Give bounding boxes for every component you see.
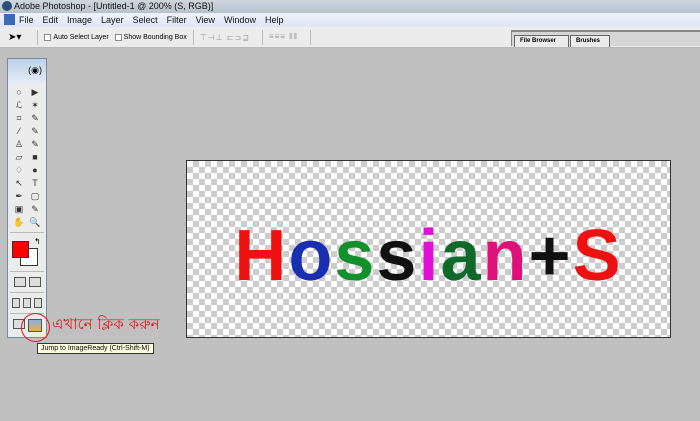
menu-select[interactable]: Select bbox=[133, 13, 158, 27]
tool-9[interactable]: ✎ bbox=[27, 139, 43, 150]
canvas-text: Hossian+S bbox=[234, 215, 622, 297]
tool-6[interactable]: ⁄ bbox=[11, 126, 27, 137]
app-menu-icon[interactable] bbox=[4, 14, 15, 25]
menu-image[interactable]: Image bbox=[67, 13, 92, 27]
menu-window[interactable]: Window bbox=[224, 13, 256, 27]
canvas-letter: a bbox=[440, 216, 483, 296]
tool-20[interactable]: ✋ bbox=[11, 217, 27, 228]
canvas-letter: n bbox=[482, 216, 529, 296]
canvas-letter: s bbox=[334, 216, 377, 296]
canvas-letter: o bbox=[288, 216, 335, 296]
menu-bar: File Edit Image Layer Select Filter View… bbox=[0, 13, 700, 27]
tool-16[interactable]: ✒ bbox=[11, 191, 27, 202]
tool-10[interactable]: ▱ bbox=[11, 152, 27, 163]
toolbox-header-logo[interactable]: (◉) bbox=[8, 59, 46, 85]
tool-13[interactable]: ● bbox=[27, 165, 43, 176]
screen-mode-full-menu[interactable] bbox=[23, 298, 31, 308]
swap-colors-icon[interactable]: ↰ bbox=[34, 237, 41, 246]
tool-8[interactable]: ♙ bbox=[11, 139, 27, 150]
tool-15[interactable]: T bbox=[27, 178, 43, 189]
screen-mode-full[interactable] bbox=[34, 298, 42, 308]
standard-mode-button[interactable] bbox=[13, 277, 26, 287]
photoshop-icon bbox=[2, 1, 12, 11]
menu-edit[interactable]: Edit bbox=[43, 13, 59, 27]
bounding-box-label: Show Bounding Box bbox=[123, 33, 187, 41]
color-swatches: ↰ bbox=[8, 235, 46, 269]
annotation-text: এখানে ক্লিক করুন bbox=[52, 315, 160, 333]
palette-well: File Browser Brushes bbox=[511, 30, 700, 47]
canvas-letter: H bbox=[234, 216, 289, 296]
canvas-letter: i bbox=[418, 216, 441, 296]
screen-mode-standard[interactable] bbox=[12, 298, 20, 308]
tool-19[interactable]: ✎ bbox=[27, 204, 43, 215]
tool-18[interactable]: ▣ bbox=[11, 204, 27, 215]
distribute-icons[interactable]: ≡≡≡ ⫴⫴ bbox=[269, 32, 298, 42]
quick-mask-button[interactable] bbox=[28, 277, 41, 287]
tool-14[interactable]: ↖ bbox=[11, 178, 27, 189]
window-title: Adobe Photoshop - [Untitled-1 @ 200% (S,… bbox=[14, 1, 214, 11]
auto-select-checkbox[interactable] bbox=[44, 33, 52, 41]
tool-1[interactable]: ▶ bbox=[27, 87, 43, 98]
tool-2[interactable]: ℒ bbox=[11, 100, 27, 111]
align-icons[interactable]: ⊤⊣⊥ ⊏⊐⊒ bbox=[200, 33, 250, 42]
title-bar: Adobe Photoshop - [Untitled-1 @ 200% (S,… bbox=[0, 0, 700, 13]
bounding-box-checkbox[interactable] bbox=[114, 33, 122, 41]
tool-21[interactable]: 🔍 bbox=[27, 217, 43, 228]
highlight-circle bbox=[21, 313, 50, 342]
screen-modes bbox=[8, 295, 46, 311]
document-canvas[interactable]: Hossian+S bbox=[186, 160, 671, 338]
tool-17[interactable]: ▢ bbox=[27, 191, 43, 202]
canvas-letter: + bbox=[528, 216, 573, 296]
menu-layer[interactable]: Layer bbox=[101, 13, 124, 27]
toolbox: (◉) ○ ▶ ℒ ✶ ⌗ ✎ ⁄ ✎ ♙ ✎ ▱ ■ ♢ ● ↖ T ✒ ▢ ▣ ✎ ✋ 🔍 ↰ bbox=[7, 58, 47, 338]
menu-file[interactable]: File bbox=[19, 13, 34, 27]
quick-mask-modes bbox=[8, 274, 46, 290]
auto-select-label: Auto Select Layer bbox=[53, 33, 109, 41]
tool-5[interactable]: ✎ bbox=[27, 113, 43, 124]
tooltip: Jump to ImageReady (Ctrl-Shift-M) bbox=[37, 343, 154, 354]
canvas-letter: S bbox=[572, 216, 623, 296]
tool-4[interactable]: ⌗ bbox=[11, 113, 27, 124]
menu-filter[interactable]: Filter bbox=[167, 13, 187, 27]
menu-help[interactable]: Help bbox=[265, 13, 284, 27]
foreground-color[interactable] bbox=[12, 241, 29, 258]
tab-brushes[interactable]: Brushes bbox=[570, 35, 610, 47]
tool-0[interactable]: ○ bbox=[11, 87, 27, 98]
tab-file-browser[interactable]: File Browser bbox=[514, 35, 569, 47]
menu-view[interactable]: View bbox=[196, 13, 215, 27]
tool-11[interactable]: ■ bbox=[27, 152, 43, 163]
tool-7[interactable]: ✎ bbox=[27, 126, 43, 137]
move-tool-icon[interactable]: ➤▾ bbox=[8, 32, 21, 43]
canvas-letter: s bbox=[376, 216, 419, 296]
tool-3[interactable]: ✶ bbox=[27, 100, 43, 111]
tool-12[interactable]: ♢ bbox=[11, 165, 27, 176]
